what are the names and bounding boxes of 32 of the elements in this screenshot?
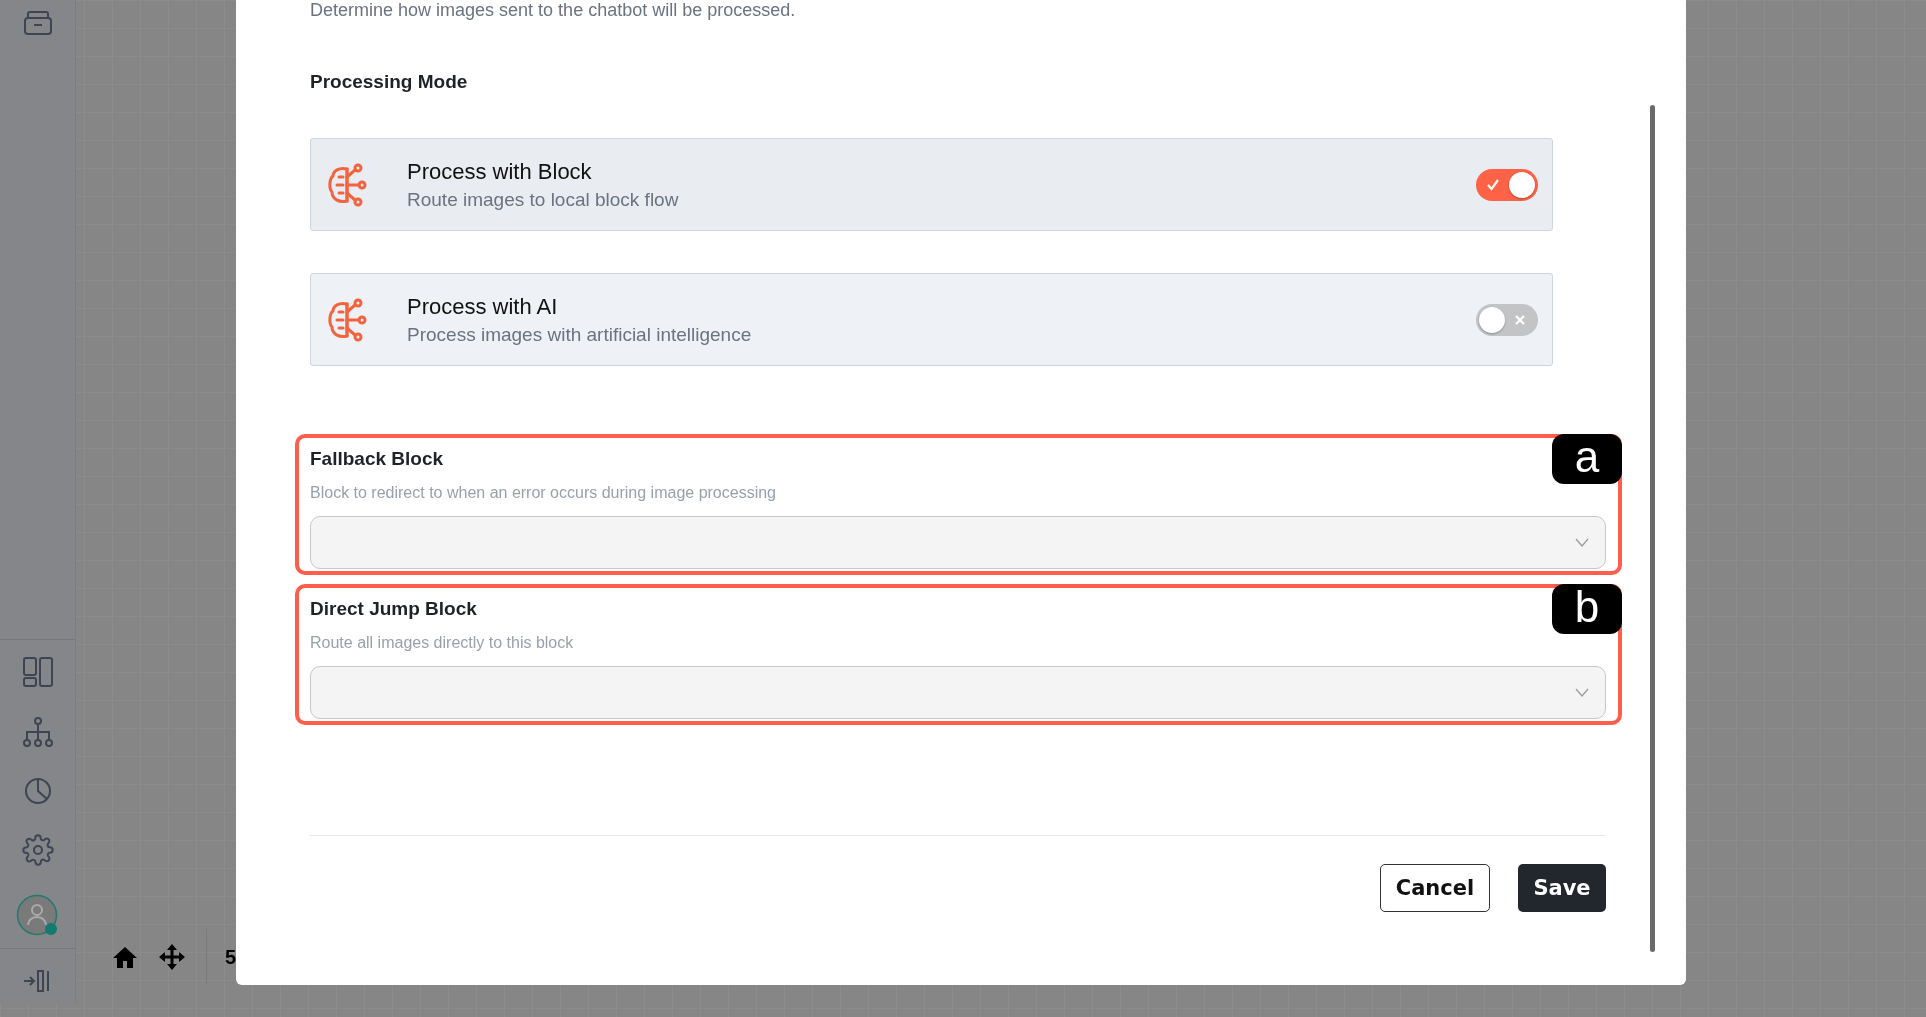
zoom-level: 5 xyxy=(225,945,237,969)
avatar-icon[interactable] xyxy=(15,894,60,938)
check-icon xyxy=(1486,177,1500,192)
select-dropdown[interactable] xyxy=(310,516,1606,569)
close-icon xyxy=(1513,312,1527,327)
move-icon[interactable] xyxy=(158,943,186,971)
hierarchy-icon[interactable] xyxy=(21,716,54,748)
mode-title: Process with Block xyxy=(407,158,593,185)
layout-icon[interactable] xyxy=(21,656,54,688)
settings-icon[interactable] xyxy=(21,834,54,866)
inbox-icon[interactable] xyxy=(22,10,53,36)
pie-chart-icon[interactable] xyxy=(22,776,53,806)
cancel-button[interactable]: Cancel xyxy=(1380,864,1490,912)
home-icon[interactable] xyxy=(112,945,138,969)
annotation-label: a xyxy=(1552,434,1622,484)
scrollbar[interactable] xyxy=(1650,105,1655,952)
mode-subtitle: Process images with artificial intelligence xyxy=(407,323,753,346)
field-hint: Route all images directly to this block xyxy=(310,634,574,652)
annotation-label: b xyxy=(1552,584,1622,634)
save-button[interactable]: Save xyxy=(1518,864,1606,912)
select-dropdown[interactable] xyxy=(310,666,1606,719)
chevron-down-icon xyxy=(1575,538,1589,547)
mode-title: Process with AI xyxy=(407,293,559,320)
toggle-switch[interactable] xyxy=(1476,168,1538,201)
section-title: Processing Mode xyxy=(310,71,469,93)
field-label: Direct Jump Block xyxy=(310,598,477,620)
field-label: Fallback Block xyxy=(310,448,444,470)
chevron-down-icon xyxy=(1575,688,1589,697)
toggle-switch[interactable] xyxy=(1476,303,1538,336)
field-hint: Block to redirect to when an error occurs during image processing xyxy=(310,484,776,502)
mode-subtitle: Route images to local block flow xyxy=(407,188,680,211)
modal-description: Determine how images sent to the chatbot will be processed. xyxy=(310,0,797,20)
